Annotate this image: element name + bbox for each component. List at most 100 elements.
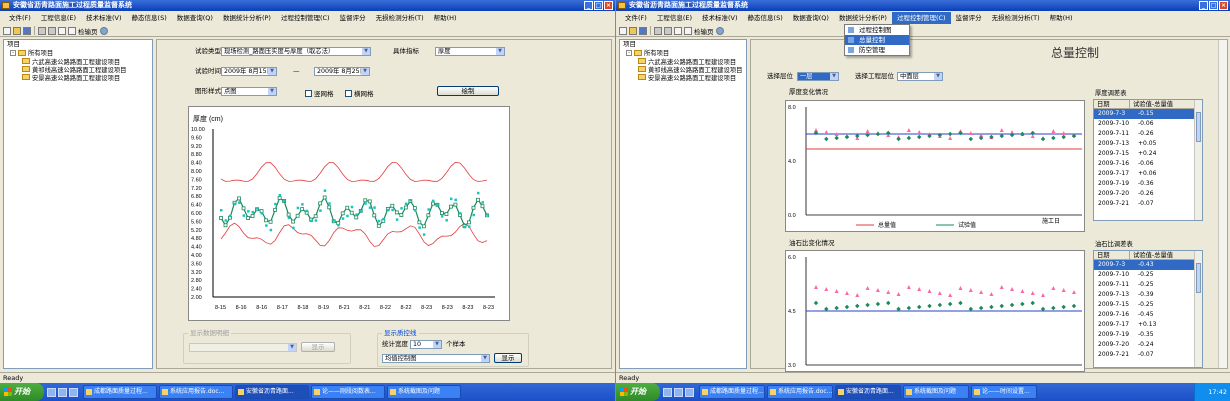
paste-icon[interactable]	[684, 26, 692, 35]
menu-control-chart[interactable]: 过程控制图	[845, 25, 909, 35]
chevron-down-icon[interactable]: ▼	[288, 344, 296, 351]
table-row[interactable]: 2009-7-3 -0.15	[1094, 109, 1202, 119]
scroll-thumb[interactable]	[1196, 263, 1201, 293]
menu-file[interactable]: 文件(F)	[4, 12, 36, 24]
date-from-picker[interactable]: 2009年 8月15日 ▼	[221, 67, 277, 76]
table-row[interactable]: 2009-7-11 -0.25	[1094, 280, 1202, 290]
globe-icon[interactable]	[715, 26, 724, 35]
close-icon[interactable]: ×	[604, 1, 613, 10]
menu-help[interactable]: 帮助(H)	[1045, 12, 1078, 24]
table-row[interactable]: 2009-7-19 -0.36	[1094, 179, 1202, 189]
detail-select[interactable]: ▼	[189, 343, 297, 352]
menu-project[interactable]: 工程信息(E)	[652, 12, 697, 24]
checkbox-box[interactable]	[345, 89, 352, 97]
chevron-down-icon[interactable]: ▼	[268, 68, 276, 75]
quicklaunch-icon[interactable]	[685, 387, 694, 397]
chevron-down-icon[interactable]: ▼	[934, 73, 942, 80]
menu-file[interactable]: 文件(F)	[620, 12, 652, 24]
chevron-down-icon[interactable]: ▼	[361, 68, 369, 75]
maximize-icon[interactable]: □	[1209, 1, 1218, 10]
system-clock[interactable]: 17:42	[1194, 383, 1230, 401]
table-row[interactable]: 2009-7-19 -0.35	[1094, 330, 1202, 340]
new-icon[interactable]	[619, 26, 627, 35]
panel-scrollbar[interactable]	[1218, 40, 1227, 368]
task-button[interactable]: 论——时间设置...	[971, 385, 1037, 399]
preview-icon[interactable]	[664, 26, 672, 35]
minimize-icon[interactable]: _	[1199, 1, 1208, 10]
toolbar-label[interactable]: 检输页	[78, 26, 98, 36]
table-row[interactable]: 2009-7-15 -0.25	[1094, 300, 1202, 310]
layer-select[interactable]: 一层 ▼	[797, 72, 839, 81]
print-icon[interactable]	[38, 26, 46, 35]
scroll-thumb[interactable]	[1196, 112, 1201, 142]
vgrid-checkbox[interactable]: 竖网格	[305, 88, 334, 98]
task-button[interactable]: 系统应用报告.doc...	[159, 385, 233, 399]
menu-query[interactable]: 数据查询(Q)	[172, 12, 218, 24]
menu-statistics[interactable]: 数据统计分析(P)	[218, 12, 276, 24]
table-row[interactable]: 2009-7-13 -0.39	[1094, 290, 1202, 300]
quicklaunch-icon[interactable]	[69, 387, 78, 397]
col-date[interactable]: 日期	[1094, 100, 1130, 108]
menu-process[interactable]: 过程控制管理(C)	[276, 12, 335, 24]
task-button[interactable]: 系统应用报告.doc...	[767, 385, 833, 399]
task-button[interactable]: 系统截图及问题	[903, 385, 969, 399]
toolbar-label[interactable]: 检输页	[694, 26, 714, 36]
chart-type-select[interactable]: 均值控制图 ▼	[382, 354, 490, 363]
col-diff[interactable]: 试验值-总量值	[1130, 100, 1196, 108]
table-scrollbar[interactable]	[1194, 251, 1202, 367]
draw-button[interactable]: 绘制	[437, 86, 499, 96]
menu-static[interactable]: 静态信息(S)	[127, 12, 172, 24]
menu-defense-management[interactable]: 防空管理	[845, 45, 909, 55]
table-row[interactable]: 2009-7-20 -0.26	[1094, 189, 1202, 199]
table-row[interactable]: 2009-7-15 +0.24	[1094, 149, 1202, 159]
quicklaunch-icon[interactable]	[663, 387, 672, 397]
struct-select[interactable]: 中面层 ▼	[897, 72, 943, 81]
test-type-select[interactable]: 现场检测_路面压实度与厚度（取芯法） ▼	[221, 47, 371, 56]
menu-nondestructive[interactable]: 无损检测分析(T)	[371, 12, 429, 24]
menu-help[interactable]: 帮助(H)	[429, 12, 462, 24]
style-select[interactable]: 点图 ▼	[221, 87, 277, 96]
new-icon[interactable]	[3, 26, 11, 35]
task-button[interactable]: 论——刚段阅数表...	[311, 385, 385, 399]
table-row[interactable]: 2009-7-11 -0.26	[1094, 129, 1202, 139]
menu-standard[interactable]: 技术标准(V)	[697, 12, 743, 24]
stat-width-select[interactable]: 10 ▼	[410, 340, 442, 349]
task-button[interactable]: 成都路面质量过程...	[83, 385, 157, 399]
collapse-icon[interactable]: -	[10, 49, 16, 56]
menu-score[interactable]: 监督评分	[335, 12, 371, 24]
chevron-down-icon[interactable]: ▼	[481, 355, 489, 362]
preview-icon[interactable]	[48, 26, 56, 35]
menu-nondestructive[interactable]: 无损检测分析(T)	[987, 12, 1045, 24]
table-row[interactable]: 2009-7-3 -0.43	[1094, 260, 1202, 270]
table-row[interactable]: 2009-7-20 -0.24	[1094, 340, 1202, 350]
tree-item-project-3[interactable]: 安景高速公路路面工程建设项目	[4, 73, 152, 82]
task-button[interactable]: 系统截图及问题	[387, 385, 461, 399]
quicklaunch-icon[interactable]	[674, 387, 683, 397]
maximize-icon[interactable]: □	[594, 1, 603, 10]
table-row[interactable]: 2009-7-21 -0.07	[1094, 350, 1202, 360]
menu-project[interactable]: 工程信息(E)	[36, 12, 81, 24]
print-icon[interactable]	[654, 26, 662, 35]
table-row[interactable]: 2009-7-16 -0.06	[1094, 159, 1202, 169]
table-row[interactable]: 2009-7-17 +0.06	[1094, 169, 1202, 179]
task-button[interactable]: 安徽省沥青路面...	[835, 385, 901, 399]
close-icon[interactable]: ×	[1219, 1, 1228, 10]
table-row[interactable]: 2009-7-16 -0.45	[1094, 310, 1202, 320]
col-diff[interactable]: 试验值-总量值	[1130, 251, 1196, 259]
start-button[interactable]: 开始	[616, 383, 660, 401]
menu-static[interactable]: 静态信息(S)	[743, 12, 788, 24]
quicklaunch-icon[interactable]	[58, 387, 67, 397]
task-button[interactable]: 成都路面质量过程...	[699, 385, 765, 399]
save-icon[interactable]	[23, 26, 31, 35]
indicator-select[interactable]: 厚度 ▼	[435, 47, 505, 56]
chevron-down-icon[interactable]: ▼	[496, 48, 504, 55]
chevron-down-icon[interactable]: ▼	[433, 341, 441, 348]
checkbox-box[interactable]	[305, 89, 312, 97]
menu-process[interactable]: 过程控制管理(C)	[891, 12, 951, 24]
chevron-down-icon[interactable]: ▼	[268, 88, 276, 95]
collapse-icon[interactable]: -	[626, 49, 632, 56]
save-icon[interactable]	[639, 26, 647, 35]
paste-icon[interactable]	[68, 26, 76, 35]
table-scrollbar[interactable]	[1194, 100, 1202, 220]
table-row[interactable]: 2009-7-21 -0.07	[1094, 199, 1202, 209]
